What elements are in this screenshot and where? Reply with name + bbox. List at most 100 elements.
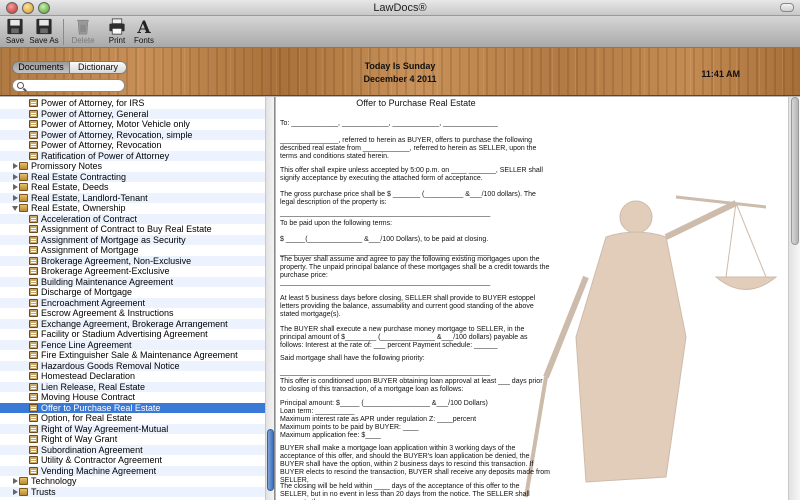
document-icon [29, 424, 38, 433]
tree-item[interactable]: Power of Attorney, General [0, 108, 265, 119]
document-icon [29, 340, 38, 349]
dictionary-tab[interactable]: Dictionary [70, 62, 126, 73]
document-icon [29, 267, 38, 275]
delete-label: Delete [71, 36, 95, 45]
window-title: LawDocs® [373, 2, 427, 14]
tree-item[interactable]: Power of Attorney, for IRS [0, 98, 265, 109]
document-paragraph: $ _____(______________ &___/100 Dollars)… [280, 236, 489, 243]
tree-item[interactable]: Acceleration of Contract [0, 213, 265, 224]
search-input[interactable] [27, 80, 122, 91]
tree-item[interactable]: Lien Release, Real Estate [0, 381, 265, 392]
folder-icon [19, 204, 28, 212]
tree-folder[interactable]: Real Estate, Ownership [0, 203, 265, 214]
document-icon [29, 466, 38, 475]
tree-item[interactable]: Power of Attorney, Revocation [0, 140, 265, 151]
folder-icon [19, 162, 28, 170]
document-icon [29, 141, 38, 149]
disclosure-open-icon[interactable] [12, 206, 18, 211]
tree-item[interactable]: Facility or Stadium Advertising Agreemen… [0, 329, 265, 340]
tree-item[interactable]: Offer to Purchase Real Estate [0, 402, 265, 413]
disclosure-closed-icon[interactable] [13, 173, 18, 180]
save-button[interactable]: Save [4, 17, 26, 47]
tree-item[interactable]: Power of Attorney, Motor Vehicle only [0, 119, 265, 130]
tree-item[interactable]: Homestead Declaration [0, 371, 265, 382]
disclosure-closed-icon[interactable] [13, 488, 18, 495]
tree-item[interactable]: Building Maintenance Agreement [0, 276, 265, 287]
disclosure-closed-icon[interactable] [13, 478, 18, 484]
delete-button[interactable]: Delete [70, 17, 96, 47]
tree-scrollbar[interactable] [265, 97, 274, 500]
tree-item[interactable]: Power of Attorney, Revocation, simple [0, 129, 265, 140]
tree-item[interactable]: Option, for Real Estate [0, 413, 265, 424]
document-icon [29, 393, 38, 401]
document-scrollbar[interactable] [788, 97, 800, 500]
tree-item-label: Real Estate Contracting [31, 171, 127, 182]
tree-item[interactable]: Utility & Contractor Agreement [0, 455, 265, 466]
document-paragraph: To: ____________, ____________, ________… [280, 120, 498, 127]
document-icon [29, 120, 38, 128]
tree-item[interactable]: Escrow Agreement & Instructions [0, 308, 265, 319]
document-icon [29, 382, 38, 391]
documents-tab[interactable]: Documents [13, 62, 70, 73]
tree-item[interactable]: Moving House Contract [0, 392, 265, 403]
document-paragraph: The buyer shall assume and agree to pay … [280, 256, 550, 279]
print-button[interactable]: Print [106, 17, 128, 47]
document-scroll-thumb[interactable] [791, 97, 799, 245]
disclosure-closed-icon[interactable] [13, 163, 18, 169]
document-icon [29, 372, 38, 380]
tree-scroll-thumb[interactable] [267, 429, 274, 491]
document-paragraph: Principal amount: $_____ (______________… [280, 400, 488, 439]
print-label: Print [108, 36, 126, 45]
tree-item-label: Trusts [31, 486, 56, 497]
save-label: Save [5, 36, 25, 45]
tree-item[interactable]: Assignment of Mortgage as Security [0, 234, 265, 245]
document-icon [29, 246, 38, 254]
disclosure-closed-icon[interactable] [13, 184, 18, 190]
save-icon [7, 18, 23, 35]
tree-item[interactable]: Assignment of Mortgage [0, 245, 265, 256]
tree-item[interactable]: Fire Extinguisher Sale & Maintenance Agr… [0, 350, 265, 361]
tree-item-label: Technology [31, 476, 77, 486]
tree-item-label: Right of Way Grant [41, 434, 118, 444]
tree-item[interactable]: Right of Way Grant [0, 434, 265, 445]
tree-item[interactable]: Right of Way Agreement-Mutual [0, 423, 265, 434]
tree-folder[interactable]: Technology [0, 476, 265, 487]
tree-item[interactable]: Hazardous Goods Removal Notice [0, 360, 265, 371]
tree-item[interactable]: Assignment of Contract to Buy Real Estat… [0, 224, 265, 235]
tree-item[interactable]: Ratification of Power of Attorney [0, 150, 265, 161]
tree-item-label: Assignment of Mortgage [41, 245, 139, 255]
search-field[interactable] [12, 79, 125, 92]
tree-folder[interactable]: Promissory Notes [0, 161, 265, 172]
document-icon [29, 214, 38, 223]
tree-folder[interactable]: Real Estate, Deeds [0, 182, 265, 193]
tree-item[interactable]: Encroachment Agreement [0, 297, 265, 308]
document-paragraph: ________________________________________… [280, 369, 491, 376]
document-paragraph: The closing will be held within ____ day… [280, 483, 530, 500]
fonts-button[interactable]: A Fonts [133, 17, 155, 47]
tree-folder[interactable]: Real Estate Contracting [0, 171, 265, 182]
tree-item[interactable]: Brokerage Agreement, Non-Exclusive [0, 255, 265, 266]
document-paragraph: ________________________________________… [280, 210, 491, 217]
tree-item[interactable]: Vending Machine Agreement [0, 465, 265, 476]
tree-item-label: Moving House Contract [41, 392, 136, 402]
tree-item-label: Power of Attorney, for IRS [41, 98, 145, 108]
tree-item-label: Fire Extinguisher Sale & Maintenance Agr… [41, 350, 238, 360]
tree-folder[interactable]: Real Estate, Landlord-Tenant [0, 192, 265, 203]
tree-item[interactable]: Fence Line Agreement [0, 339, 265, 350]
tree-item[interactable]: Subordination Agreement [0, 444, 265, 455]
time-label: 11:41 AM [701, 69, 740, 79]
document-icon [29, 309, 38, 317]
disclosure-closed-icon[interactable] [13, 194, 18, 201]
tree-item-label: Acceleration of Contract [41, 213, 138, 224]
tree-folder[interactable]: Trusts [0, 486, 265, 497]
document-paragraph: At least 5 business days before closing,… [280, 295, 536, 318]
tree-item-label: Assignment of Mortgage as Security [41, 234, 186, 245]
tree-item[interactable]: Brokerage Agreement-Exclusive [0, 266, 265, 277]
save-as-button[interactable]: Save As [28, 17, 60, 47]
tree-item-label: Power of Attorney, Revocation, simple [41, 129, 193, 140]
toolbar-toggle-button[interactable] [780, 3, 794, 12]
tree-item[interactable]: Discharge of Mortgage [0, 287, 265, 298]
tree-item-label: Facility or Stadium Advertising Agreemen… [41, 329, 208, 339]
tree-item[interactable]: Exchange Agreement, Brokerage Arrangemen… [0, 318, 265, 329]
tree-item-label: Hazardous Goods Removal Notice [41, 360, 180, 371]
